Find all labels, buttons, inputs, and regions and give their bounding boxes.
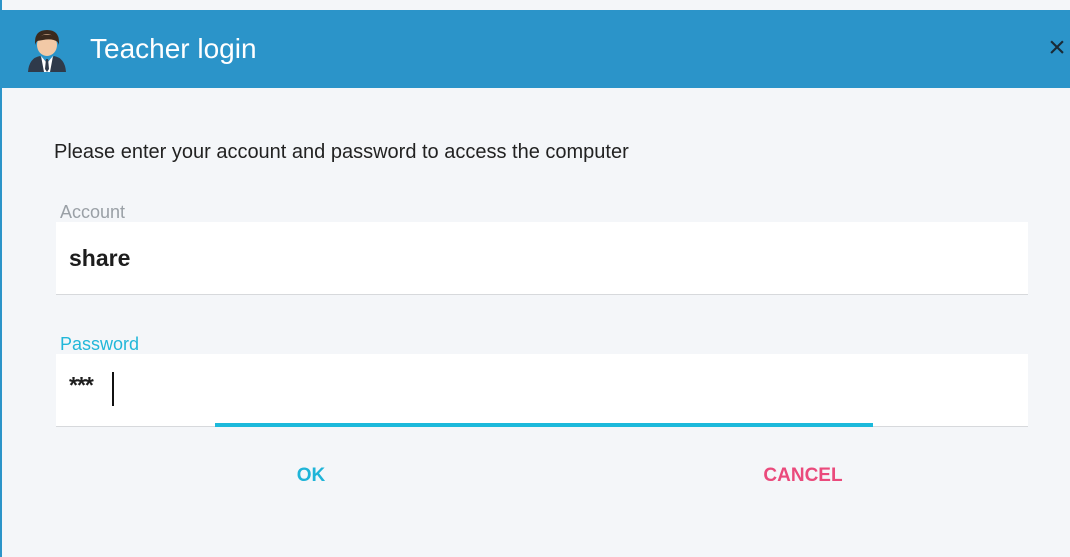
teacher-avatar-icon <box>28 30 66 72</box>
window-title: Teacher login <box>90 33 257 64</box>
password-label: Password <box>60 334 140 354</box>
password-field[interactable]: *** <box>56 354 1028 427</box>
close-icon[interactable]: × <box>1044 33 1070 63</box>
cancel-button[interactable]: CANCEL <box>737 463 869 489</box>
password-value: *** <box>69 372 94 398</box>
account-field[interactable]: share <box>56 222 1028 295</box>
account-label: Account <box>60 202 126 222</box>
text-caret <box>112 372 114 406</box>
teacher-login-window: Teacher login × Please enter your accoun… <box>0 0 1070 557</box>
ok-button[interactable]: OK <box>275 463 347 489</box>
instruction-text: Please enter your account and password t… <box>54 141 629 163</box>
title-bar: Teacher login × <box>2 10 1070 88</box>
account-value: share <box>69 245 131 271</box>
password-focus-underline <box>215 423 873 427</box>
